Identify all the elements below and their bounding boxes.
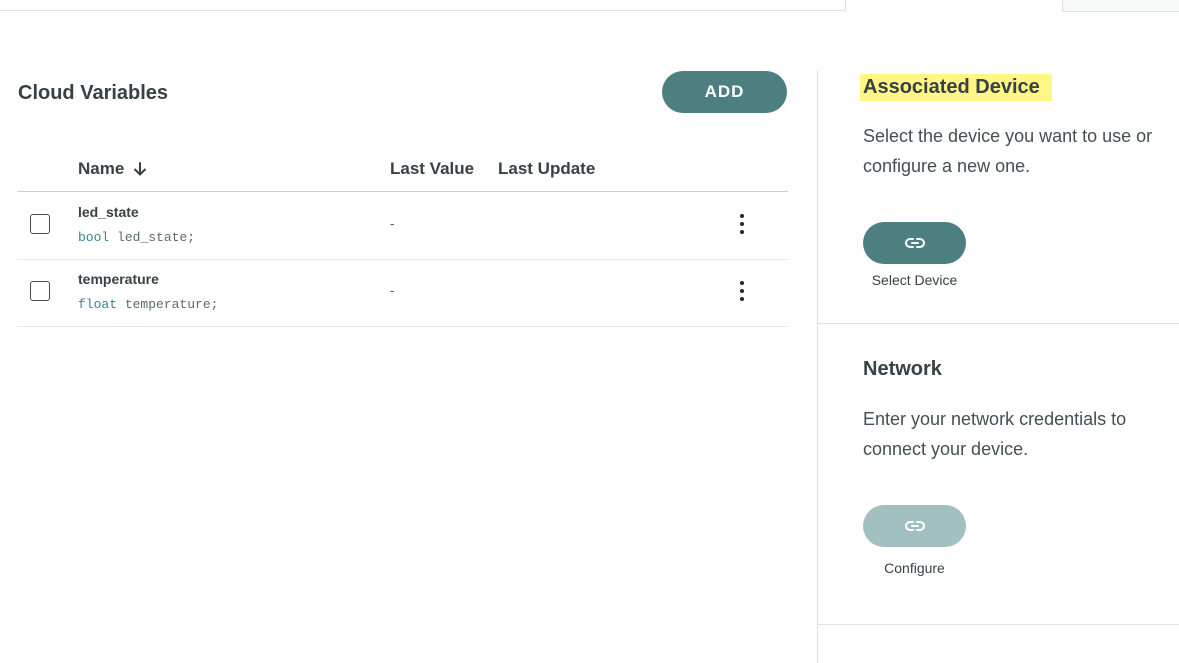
table-row[interactable]: led_state bool led_state; - — [17, 192, 788, 260]
variable-decl-name: led_state; — [117, 230, 196, 245]
network-title: Network — [863, 358, 942, 380]
row-checkbox[interactable] — [30, 281, 50, 301]
more-vertical-icon[interactable] — [732, 279, 752, 303]
add-variable-button[interactable]: ADD — [662, 71, 787, 113]
panel-divider — [817, 70, 818, 663]
select-device-button[interactable] — [863, 222, 966, 264]
section-divider — [818, 323, 1179, 324]
arrow-down-icon — [134, 162, 147, 176]
link-icon — [904, 521, 925, 531]
variable-declaration: float temperature; — [78, 297, 218, 312]
top-divider — [0, 10, 845, 11]
more-vertical-icon[interactable] — [732, 212, 752, 236]
variable-name: led_state — [78, 204, 139, 220]
configure-label: Configure — [884, 560, 945, 576]
column-header-last-update: Last Update — [498, 159, 596, 178]
column-header-name[interactable]: Name — [78, 159, 148, 179]
row-checkbox[interactable] — [30, 214, 50, 234]
variable-type: bool — [78, 230, 110, 245]
table-row[interactable]: temperature float temperature; - — [17, 259, 788, 327]
tab-border — [845, 0, 846, 12]
associated-device-title: Associated Device — [860, 74, 1052, 101]
column-header-last-value: Last Value — [390, 159, 475, 178]
variable-type: float — [78, 297, 118, 312]
network-description: Enter your network credentials to connec… — [863, 409, 1127, 459]
select-device-label: Select Device — [871, 272, 958, 288]
variable-decl-name: temperature; — [124, 297, 219, 312]
link-icon — [904, 238, 925, 248]
variable-last-value: - — [390, 283, 395, 298]
tab-inactive[interactable] — [1062, 0, 1179, 12]
configure-network-button[interactable] — [863, 505, 966, 547]
associated-device-description: Select the device you want to use or con… — [863, 126, 1153, 176]
variable-name: temperature — [78, 271, 159, 287]
variable-last-value: - — [390, 216, 395, 231]
cloud-variables-title: Cloud Variables — [18, 82, 169, 104]
section-divider — [818, 624, 1179, 625]
variable-declaration: bool led_state; — [78, 230, 195, 245]
column-header-name-label: Name — [78, 159, 125, 178]
